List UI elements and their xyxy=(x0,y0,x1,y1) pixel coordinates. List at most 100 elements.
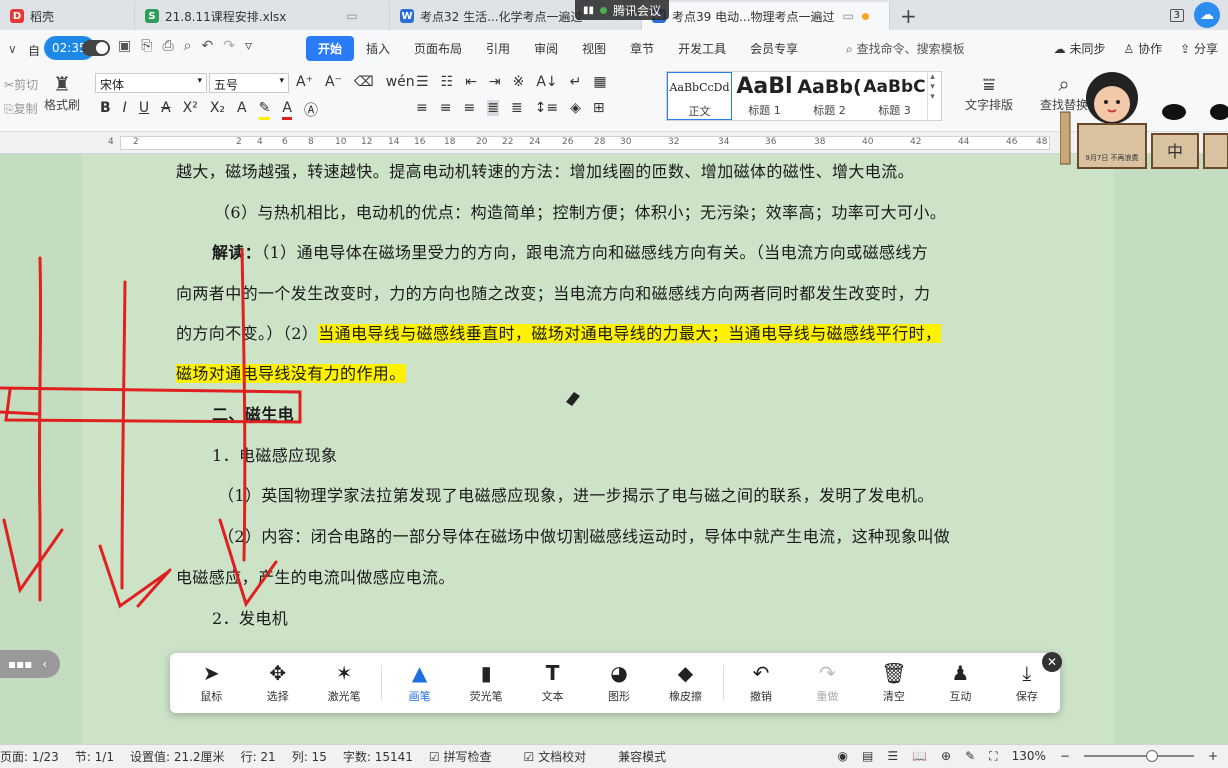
style-heading-3[interactable]: AaBbC 标题 3 xyxy=(862,72,927,120)
command-search[interactable]: ⌕ 查找命令、搜索模板 xyxy=(846,40,965,57)
shape-tool[interactable]: ◕ 图形 xyxy=(586,662,652,704)
export-icon[interactable]: ⎘ xyxy=(141,38,152,54)
align-right-icon[interactable]: ≡ xyxy=(463,100,475,116)
pen-tool[interactable]: ▲ 画笔 xyxy=(386,662,452,704)
undo-icon[interactable]: ↶ xyxy=(201,38,213,54)
format-painter-button[interactable]: ♜ 格式刷 xyxy=(42,72,82,113)
tab-docer[interactable]: D 稻壳 xyxy=(0,2,135,30)
doc-line[interactable]: 解读：（1）通电导体在磁场里受力的方向，跟电流方向和磁感线方向有关。（当电流方向… xyxy=(212,239,928,263)
fit-icon[interactable]: ⛶ xyxy=(989,749,997,764)
indent-icon[interactable]: ⇥ xyxy=(489,74,501,90)
show-marks-icon[interactable]: ↵ xyxy=(570,74,582,90)
eye-icon[interactable]: ◉ xyxy=(837,749,847,763)
cloud-icon[interactable]: ☁ xyxy=(1194,2,1220,28)
superscript-icon[interactable]: X² xyxy=(183,100,198,120)
close-icon[interactable]: ▭ xyxy=(346,9,357,23)
pen-mode-icon[interactable]: ✎ xyxy=(965,749,975,763)
zoom-slider[interactable] xyxy=(1083,750,1194,762)
new-tab-button[interactable]: + xyxy=(890,2,927,30)
text-tool[interactable]: T 文本 xyxy=(519,662,585,704)
tab-excel[interactable]: S 21.8.11课程安排.xlsx ▭ xyxy=(135,2,390,30)
chinese-layout-icon[interactable]: ※ xyxy=(513,74,525,90)
borders-icon[interactable]: ⊞ xyxy=(593,100,605,116)
spell-check-toggle[interactable]: ☑ 拼写检查 xyxy=(429,748,508,765)
chevron-down-icon[interactable]: ∨ xyxy=(8,42,17,56)
distribute-icon[interactable]: ≣ xyxy=(511,100,523,116)
reading-view-icon[interactable]: 📖 xyxy=(912,749,927,763)
zoom-level[interactable]: 130% xyxy=(1012,749,1046,763)
interact-tool[interactable]: ♟ 互动 xyxy=(927,662,993,704)
collab-button[interactable]: ♙ 协作 xyxy=(1124,40,1163,57)
menu-insert[interactable]: 插入 xyxy=(354,36,402,61)
mouse-tool[interactable]: ➤ 鼠标 xyxy=(178,662,244,704)
menu-layout[interactable]: 页面布局 xyxy=(402,36,474,61)
grow-font-icon[interactable]: A⁺ xyxy=(296,74,313,90)
laser-tool[interactable]: ✶ 激光笔 xyxy=(311,662,377,704)
style-heading-1[interactable]: AaBl 标题 1 xyxy=(732,72,797,120)
doc-line[interactable]: 磁场对通电导线没有力的作用。 xyxy=(176,360,406,384)
outline-view-icon[interactable]: ☰ xyxy=(887,749,898,763)
share-button[interactable]: ⇪ 分享 xyxy=(1180,40,1218,57)
zoom-out-icon[interactable]: − xyxy=(1060,749,1070,763)
subscript-icon[interactable]: X₂ xyxy=(210,100,225,120)
page-view-icon[interactable]: ▤ xyxy=(862,749,873,763)
style-heading-2[interactable]: AaBb( 标题 2 xyxy=(797,72,862,120)
shrink-font-icon[interactable]: A⁻ xyxy=(325,74,342,90)
zoom-in-icon[interactable]: + xyxy=(1208,749,1218,763)
tab-doc-39[interactable]: W 考点39 电动...物理考点一遍过 ▭ xyxy=(642,2,890,30)
text-layout-button[interactable]: ⩸ 文字排版 xyxy=(960,72,1018,113)
doc-line[interactable]: 电磁感应，产生的电流叫做感应电流。 xyxy=(176,564,455,588)
menu-member[interactable]: 会员专享 xyxy=(738,36,810,61)
sync-button[interactable]: ☁ 未同步 xyxy=(1054,40,1106,57)
undo-tool[interactable]: ↶ 撤销 xyxy=(728,662,794,704)
select-tool[interactable]: ✥ 选择 xyxy=(244,662,310,704)
menu-chapter[interactable]: 章节 xyxy=(618,36,666,61)
line-spacing-icon[interactable]: ↕≡ xyxy=(535,100,558,116)
horizontal-ruler[interactable]: 4 2 2 4 6 8 10 12 14 16 18 20 22 24 26 2… xyxy=(0,132,1228,154)
doc-line[interactable]: 2．发电机 xyxy=(212,605,288,629)
grid-icon[interactable]: ▦ xyxy=(593,74,606,90)
web-view-icon[interactable]: ⊕ xyxy=(941,749,951,763)
cut-button[interactable]: ✂剪切 xyxy=(4,76,38,93)
autosave-toggle[interactable] xyxy=(82,40,110,56)
align-center-icon[interactable]: ≡ xyxy=(440,100,452,116)
doc-line[interactable]: （1）英国物理学家法拉第发现了电磁感应现象，进一步揭示了电与磁之间的联系，发明了… xyxy=(218,482,934,506)
eraser-tool[interactable]: ◆ 橡皮擦 xyxy=(652,662,718,704)
font-size-select[interactable]: 五号 ▾ xyxy=(209,73,289,93)
doc-line[interactable]: 1．电磁感应现象 xyxy=(212,442,337,466)
underline-icon[interactable]: U xyxy=(139,100,149,120)
preview-icon[interactable]: ⌕ xyxy=(184,38,192,54)
highlighter-tool[interactable]: ▮ 荧光笔 xyxy=(453,662,519,704)
copy-button[interactable]: ⎘复制 xyxy=(4,100,38,117)
menu-developer[interactable]: 开发工具 xyxy=(666,36,738,61)
justify-icon[interactable]: ≣ xyxy=(487,100,499,116)
text-effect-icon[interactable]: A xyxy=(237,100,247,120)
menu-references[interactable]: 引用 xyxy=(474,36,522,61)
doc-line[interactable]: （6）与热机相比，电动机的优点：构造简单；控制方便；体积小；无污染；效率高；功率… xyxy=(214,199,946,223)
bullets-icon[interactable]: ☰ xyxy=(416,74,429,90)
outdent-icon[interactable]: ⇤ xyxy=(465,74,477,90)
doc-line[interactable]: 的方向不变。）（2）当通电导线与磁感线垂直时，磁场对通电导线的力最大；当通电导线… xyxy=(176,320,942,344)
doc-line[interactable]: 越大，磁场越强，转速越快。提高电动机转速的方法：增加线圈的匝数、增加磁体的磁性、… xyxy=(176,158,914,182)
section-heading[interactable]: 二、磁生电 xyxy=(212,401,294,425)
print-icon[interactable]: ⎙ xyxy=(162,38,173,54)
doc-line[interactable]: 向两者中的一个发生改变时，力的方向也随之改变；当电流方向和磁感线方向两者同时都发… xyxy=(176,280,930,304)
more-icon[interactable]: ▿ xyxy=(245,38,252,54)
italic-icon[interactable]: I xyxy=(123,100,127,120)
style-normal[interactable]: AaBbCcDd 正文 xyxy=(667,72,732,120)
proofread-button[interactable]: ☑ 文档校对 xyxy=(523,748,602,765)
menu-home[interactable]: 开始 xyxy=(306,36,355,61)
menu-review[interactable]: 审阅 xyxy=(522,36,570,61)
phonetic-icon[interactable]: wén xyxy=(386,74,415,90)
meeting-indicator[interactable]: ▮▮ 腾讯会议 xyxy=(575,0,670,20)
redo-icon[interactable]: ↷ xyxy=(223,38,235,54)
char-border-icon[interactable]: Ⓐ xyxy=(304,100,318,120)
sort-icon[interactable]: A↓ xyxy=(536,74,557,90)
close-icon[interactable]: ✕ xyxy=(1042,652,1062,672)
shading-icon[interactable]: ◈ xyxy=(570,100,581,116)
font-color-icon[interactable]: A xyxy=(282,100,292,120)
strikethrough-icon[interactable]: A xyxy=(161,100,171,120)
menu-view[interactable]: 视图 xyxy=(570,36,618,61)
word-count[interactable]: 字数: 15141 xyxy=(343,748,413,765)
numbering-icon[interactable]: ☷ xyxy=(441,74,454,90)
